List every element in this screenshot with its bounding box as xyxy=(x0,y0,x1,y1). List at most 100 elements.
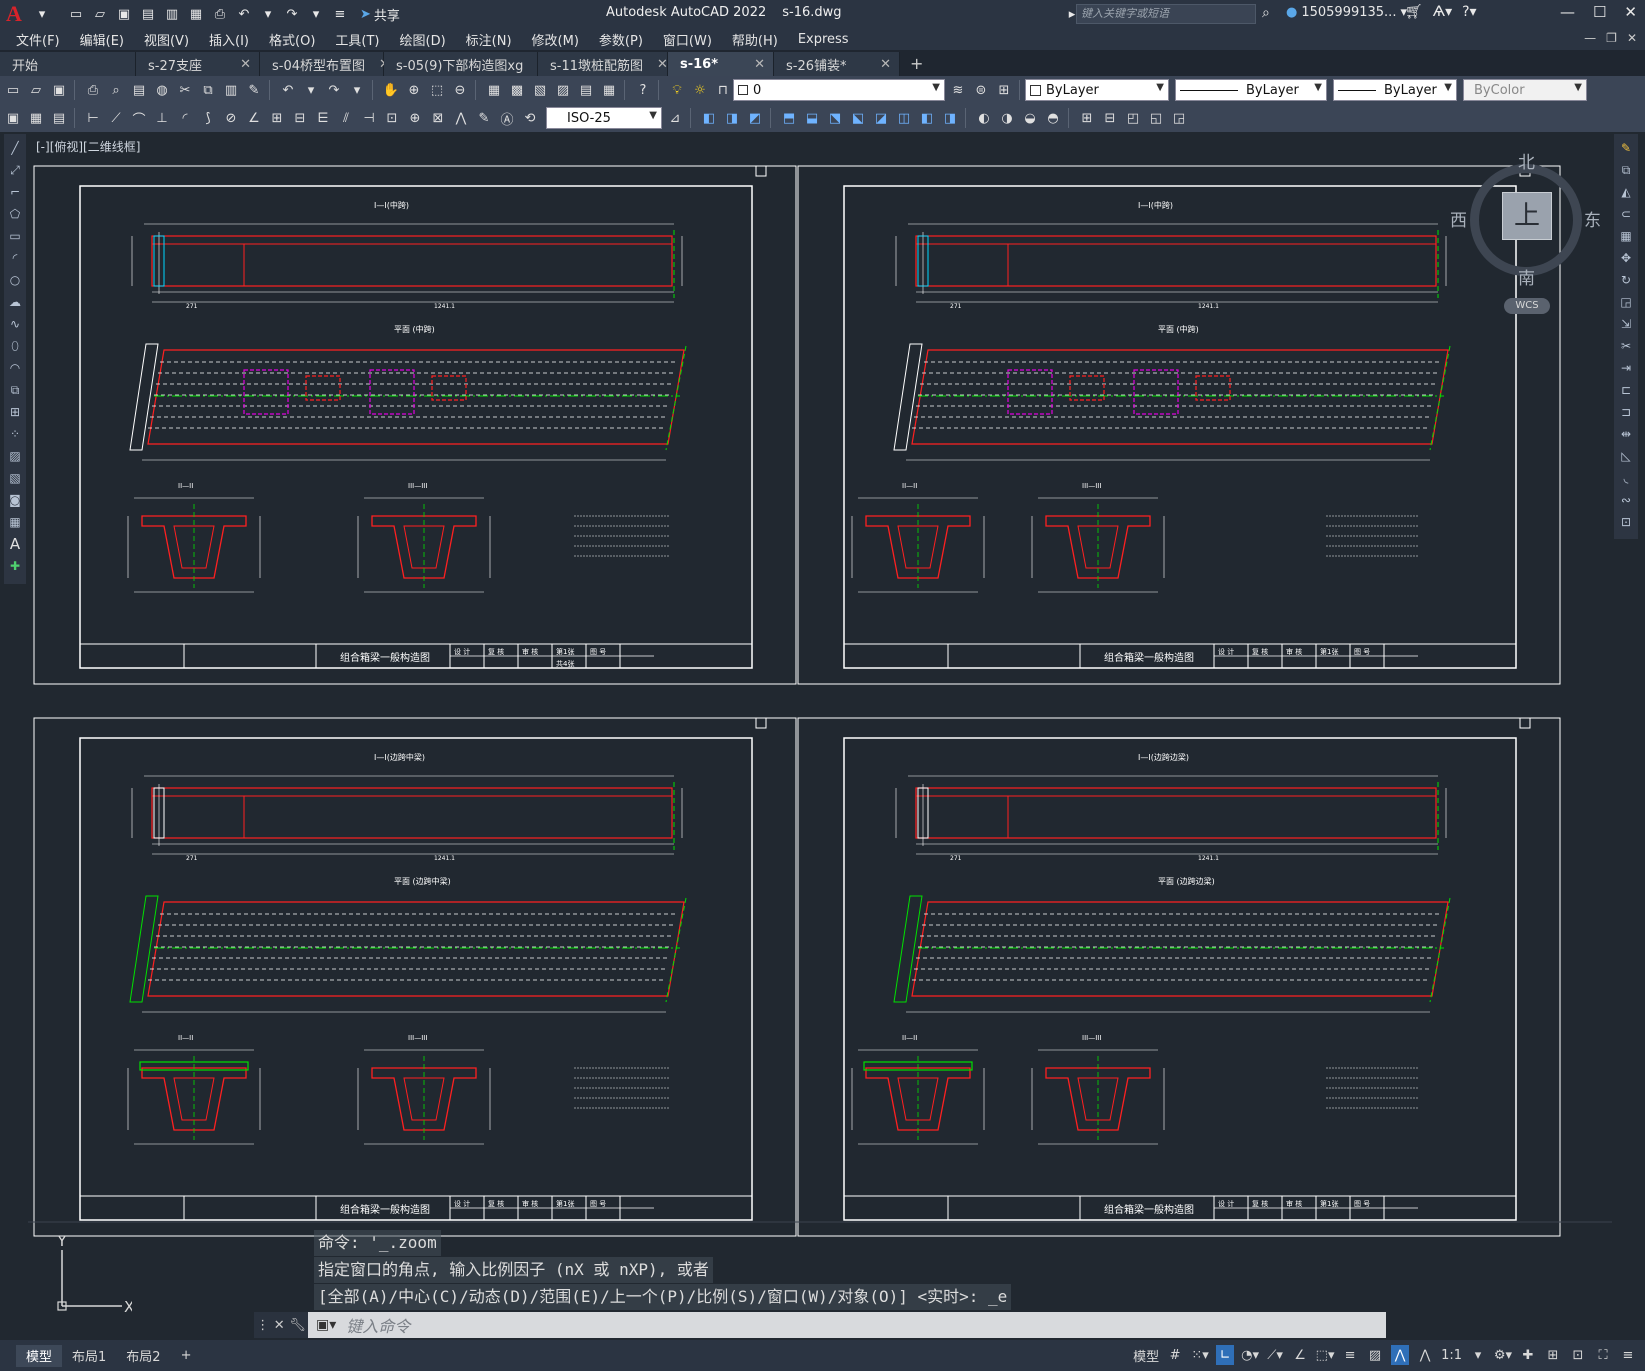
viewcube-north[interactable]: 北 xyxy=(1518,148,1535,173)
annotation-autoscale-icon[interactable]: ⋀ xyxy=(1416,1345,1434,1365)
quick-dim-icon[interactable]: ⊞ xyxy=(267,108,287,128)
menu-view[interactable]: 视图(V) xyxy=(144,30,189,49)
open-icon[interactable]: ▱ xyxy=(26,80,46,100)
make-block-icon[interactable]: ▤ xyxy=(49,108,69,128)
layer-select[interactable]: 0 ▼ xyxy=(733,79,945,101)
baseline-icon[interactable]: ⊟ xyxy=(290,108,310,128)
revision-cloud-icon[interactable]: ☁︎ xyxy=(6,294,24,311)
undo-icon[interactable]: ↶ xyxy=(234,5,254,23)
copy-icon[interactable]: ⧉ xyxy=(198,80,218,100)
search-icon[interactable]: ⌕ xyxy=(1262,5,1270,21)
menu-edit[interactable]: 编辑(E) xyxy=(80,30,124,49)
ucs-face-icon[interactable]: ◱ xyxy=(1146,108,1166,128)
explode-icon[interactable]: ⊡ xyxy=(1617,514,1635,531)
cart-icon[interactable]: 🛒︎ xyxy=(1405,4,1423,20)
insert-block-icon[interactable]: ⧉ xyxy=(6,382,24,399)
design-center-icon[interactable]: ▩ xyxy=(507,80,527,100)
radius-icon[interactable]: ◜ xyxy=(175,108,195,128)
jogged-icon[interactable]: ⟆ xyxy=(198,108,218,128)
plotstyle-select[interactable]: ByColor ▼ xyxy=(1463,79,1587,101)
visual-style-icon[interactable]: ◐ xyxy=(974,108,994,128)
region-icon[interactable]: ◙ xyxy=(6,492,24,509)
save-icon[interactable]: ▣ xyxy=(114,5,134,23)
wcs-menu[interactable]: WCS xyxy=(1504,298,1550,314)
cut-icon[interactable]: ✂ xyxy=(175,80,195,100)
tab-s27[interactable]: s-27支座 ✕ xyxy=(136,52,260,76)
scale-dropdown-icon[interactable]: ▾ xyxy=(1469,1345,1487,1365)
rotate-3d-icon[interactable]: ⬓ xyxy=(802,108,822,128)
minimize-icon[interactable]: — xyxy=(1560,3,1575,21)
tab-s11[interactable]: s-11墩桩配筋图 ✕ xyxy=(538,52,668,76)
make-current-icon[interactable]: ⊜ xyxy=(971,80,991,100)
line-icon[interactable]: ╱ xyxy=(6,140,24,157)
menu-format[interactable]: 格式(O) xyxy=(269,30,315,49)
space-icon[interactable]: ⫽ xyxy=(336,108,356,128)
calculator-icon[interactable]: ▦ xyxy=(599,80,619,100)
rotate-icon[interactable]: ↻ xyxy=(1617,272,1635,289)
customize-qat-icon[interactable]: ≡ xyxy=(330,5,350,23)
app-menu-chevron-icon[interactable]: ▾ xyxy=(32,5,52,23)
open-web-icon[interactable]: ▥ xyxy=(162,5,182,23)
offset-icon[interactable]: ⊂ xyxy=(1617,206,1635,223)
quick-properties-icon[interactable]: ⊡ xyxy=(1569,1345,1587,1365)
zoom-realtime-icon[interactable]: ⊕ xyxy=(404,80,424,100)
join-icon[interactable]: ⇹ xyxy=(1617,426,1635,443)
jogged-linear-icon[interactable]: ⋀ xyxy=(451,108,471,128)
plot-icon[interactable]: ⎙ xyxy=(83,80,103,100)
move-3d-icon[interactable]: ⬒ xyxy=(779,108,799,128)
maximize-icon[interactable]: ☐ xyxy=(1593,3,1606,21)
gradient-icon[interactable]: ▧ xyxy=(6,470,24,487)
add-layout-icon[interactable]: + xyxy=(171,1345,202,1367)
linear-dim-icon[interactable]: ⊢ xyxy=(83,108,103,128)
tab-s05[interactable]: s-05(9)下部构造图xg✕ xyxy=(384,52,548,76)
break-icon[interactable]: ⊐ xyxy=(1617,404,1635,421)
save-web-icon[interactable]: ▦ xyxy=(186,5,206,23)
3d-print-icon[interactable]: ◍ xyxy=(152,80,172,100)
doc-restore-icon[interactable]: ❐ xyxy=(1606,31,1617,45)
new-file-icon[interactable]: ▭ xyxy=(66,5,86,23)
user-account[interactable]: ● 1505999135... ▾ xyxy=(1286,5,1407,20)
menu-file[interactable]: 文件(F) xyxy=(16,30,60,49)
viewcube-south[interactable]: 南 xyxy=(1518,264,1535,289)
layer-previous-icon[interactable]: ⊞ xyxy=(994,80,1014,100)
layer-sun-icon[interactable]: ☼ xyxy=(690,80,710,100)
fillet-icon[interactable]: ◟ xyxy=(1617,470,1635,487)
viewcube-west[interactable]: 西 xyxy=(1450,206,1467,231)
lineweight-select[interactable]: ByLayer ▼ xyxy=(1333,79,1457,101)
ellipse-arc-icon[interactable]: ◠ xyxy=(6,360,24,377)
viewcube[interactable]: 上 北 南 东 西 WCS xyxy=(1450,146,1602,326)
publish-icon[interactable]: ▤ xyxy=(129,80,149,100)
pan-icon[interactable]: ✋ xyxy=(381,80,401,100)
polygon-icon[interactable]: ⬠ xyxy=(6,206,24,223)
transparency-icon[interactable]: ▨ xyxy=(1366,1345,1384,1365)
help-icon[interactable]: ? xyxy=(633,80,653,100)
trim-icon[interactable]: ✂ xyxy=(1617,338,1635,355)
dim-text-edit-icon[interactable]: Ⓐ xyxy=(497,108,517,128)
redo-dropdown-icon[interactable]: ▾ xyxy=(306,5,326,23)
markup-icon[interactable]: ▤ xyxy=(576,80,596,100)
isodraft-icon[interactable]: ⟋▾ xyxy=(1266,1345,1284,1365)
viewport-label[interactable]: [-][俯视][二维线框] xyxy=(36,138,140,155)
new-icon[interactable]: ▭ xyxy=(3,80,23,100)
break-icon[interactable]: ⊣ xyxy=(359,108,379,128)
ordinate-icon[interactable]: ⊥ xyxy=(152,108,172,128)
hatch-icon[interactable]: ▨ xyxy=(6,448,24,465)
dimstyle-select[interactable]: ISO-25 ▼ xyxy=(546,107,662,129)
menu-window[interactable]: 窗口(W) xyxy=(663,30,712,49)
autocad-logo[interactable]: A xyxy=(6,1,32,27)
tab-s16[interactable]: s-16* ✕ xyxy=(668,52,774,76)
material-icon[interactable]: ◒ xyxy=(1020,108,1040,128)
point-icon[interactable]: ⁘ xyxy=(6,426,24,443)
center-mark-icon[interactable]: ⊕ xyxy=(405,108,425,128)
share-button[interactable]: ➤ 共享 xyxy=(360,5,400,24)
properties-icon[interactable]: ▦ xyxy=(484,80,504,100)
make-block-icon[interactable]: ⊞ xyxy=(6,404,24,421)
tab-close-icon[interactable]: ✕ xyxy=(754,57,765,72)
menu-express[interactable]: Express xyxy=(798,32,849,47)
workspace-gear-icon[interactable]: ⚙▾ xyxy=(1494,1345,1512,1365)
close-icon[interactable]: ✕ xyxy=(1624,3,1637,21)
continue-icon[interactable]: ⋿ xyxy=(313,108,333,128)
tab-start[interactable]: 开始 xyxy=(0,52,136,76)
redo-icon[interactable]: ↷ xyxy=(282,5,302,23)
menu-insert[interactable]: 插入(I) xyxy=(209,30,249,49)
